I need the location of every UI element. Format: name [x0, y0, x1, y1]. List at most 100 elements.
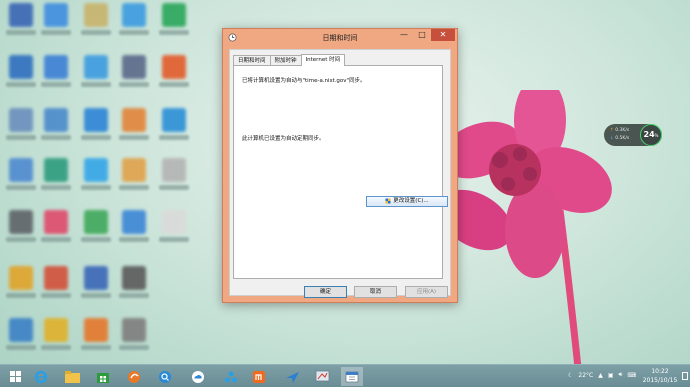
desktop-icon[interactable]	[5, 55, 37, 95]
desktop-icon[interactable]	[158, 158, 190, 198]
desktop-icon[interactable]	[118, 210, 150, 250]
desktop-icon[interactable]	[158, 108, 190, 148]
desktop-icon[interactable]	[118, 3, 150, 43]
file-explorer-icon[interactable]	[61, 367, 83, 386]
desktop-icon[interactable]	[80, 318, 112, 358]
desktop-icon-image	[122, 318, 146, 342]
maximize-button[interactable]: □	[413, 29, 431, 41]
desktop-icon-label	[81, 82, 111, 87]
desktop-icon-image	[44, 108, 68, 132]
desktop-icon[interactable]	[40, 55, 72, 95]
tab-internet-time[interactable]: Internet 时间	[300, 54, 346, 66]
desktop-icon[interactable]	[80, 266, 112, 306]
clock[interactable]: 10:22 2015/10/15	[638, 367, 682, 385]
change-settings-button[interactable]: 更改设置(C)...	[366, 196, 448, 207]
desktop-icon-label	[119, 185, 149, 190]
ok-button[interactable]: 确定	[304, 286, 347, 298]
desktop-icon-label	[6, 345, 36, 350]
desktop-icon-label	[41, 293, 71, 298]
control-panel-icon[interactable]	[311, 367, 333, 386]
desktop-icon-label	[6, 293, 36, 298]
desktop-icon[interactable]	[118, 318, 150, 358]
desktop-icon-label	[119, 237, 149, 242]
desktop-icon[interactable]	[40, 158, 72, 198]
network-app-icon[interactable]	[220, 367, 242, 386]
upload-speed-value: 0.3K/s	[615, 128, 630, 133]
download-speed-value: 0.5K/s	[615, 136, 630, 141]
desktop-icon-image	[44, 55, 68, 79]
desktop-icon[interactable]	[5, 318, 37, 358]
desktop-icon[interactable]	[80, 55, 112, 95]
temperature[interactable]: 22°C	[578, 372, 593, 379]
desktop-icon-image	[44, 266, 68, 290]
desktop-icon-image	[122, 266, 146, 290]
desktop-icon-label	[41, 82, 71, 87]
desktop-icon[interactable]	[5, 158, 37, 198]
desktop-icon[interactable]	[5, 210, 37, 250]
date-time-taskbar-item[interactable]	[341, 367, 363, 386]
desktop-icon-label	[119, 30, 149, 35]
search-app-icon[interactable]	[154, 367, 176, 386]
browser-icon[interactable]	[123, 367, 145, 386]
title-bar[interactable]: 日期和时间 — □ ✕	[223, 29, 457, 47]
keyboard-icon[interactable]: ⌨︎	[627, 372, 636, 379]
minimize-button[interactable]: —	[395, 29, 413, 41]
start-button[interactable]	[4, 367, 26, 386]
desktop-icon[interactable]	[40, 266, 72, 306]
cloud-app-icon[interactable]	[187, 367, 209, 386]
desktop-icon-image	[44, 158, 68, 182]
mi-icon[interactable]	[248, 367, 270, 386]
desktop-icon[interactable]	[158, 210, 190, 250]
upload-arrow-icon: ↑	[610, 128, 614, 133]
desktop-icon[interactable]	[80, 108, 112, 148]
sync-message: 已将计算机设置为自动与"time-a.nist.gov"同步。	[242, 78, 366, 84]
desktop-icon[interactable]	[158, 3, 190, 43]
clock-time: 10:22	[651, 368, 669, 375]
desktop-icon[interactable]	[118, 158, 150, 198]
desktop-icon-image	[84, 318, 108, 342]
apply-button[interactable]: 应用(A)	[405, 286, 448, 298]
store-icon[interactable]	[92, 367, 114, 386]
cancel-button[interactable]: 取消	[354, 286, 397, 298]
desktop-icon[interactable]	[158, 55, 190, 95]
desktop-icon[interactable]	[40, 210, 72, 250]
network-icon[interactable]: ▣	[608, 372, 614, 379]
desktop-icon[interactable]	[118, 266, 150, 306]
desktop-icon[interactable]	[80, 158, 112, 198]
notification-icon[interactable]	[682, 372, 688, 380]
desktop-icon[interactable]	[40, 108, 72, 148]
desktop-icon[interactable]	[5, 266, 37, 306]
desktop-icon-label	[81, 345, 111, 350]
desktop-icon[interactable]	[80, 210, 112, 250]
dialog-client-area: 日期和时间 附加时钟 Internet 时间 已将计算机设置为自动与"time-…	[229, 49, 451, 296]
desktop-icon[interactable]	[40, 3, 72, 43]
desktop-icon-label	[6, 135, 36, 140]
bird-app-icon[interactable]	[281, 367, 303, 386]
desktop-icon-label	[41, 30, 71, 35]
internet-time-page: 已将计算机设置为自动与"time-a.nist.gov"同步。 此计算机已设置为…	[233, 65, 448, 279]
desktop-icon-label	[159, 185, 189, 190]
desktop-icon-image	[162, 158, 186, 182]
desktop-icon-image	[84, 3, 108, 27]
desktop-icon-label	[6, 185, 36, 190]
desktop-icon-label	[81, 293, 111, 298]
clock-date: 2015/10/15	[642, 377, 678, 384]
desktop-icon[interactable]	[118, 55, 150, 95]
network-speed-widget[interactable]: ↑ 0.3K/s ↓ 0.5K/s 24%	[604, 124, 662, 146]
desktop-icon[interactable]	[80, 3, 112, 43]
desktop-icon-label	[81, 237, 111, 242]
close-button[interactable]: ✕	[431, 29, 455, 41]
volume-icon[interactable]: 🔊︎	[619, 371, 623, 379]
desktop-icon[interactable]	[5, 108, 37, 148]
desktop-icon-label	[159, 237, 189, 242]
usage-unit: %	[654, 133, 659, 138]
desktop-icon-image	[9, 3, 33, 27]
moon-icon[interactable]: ☾	[568, 372, 573, 379]
desktop-icon[interactable]	[5, 3, 37, 43]
date-time-dialog: 日期和时间 — □ ✕ 日期和时间 附加时钟 Internet 时间 已将计算机…	[222, 28, 458, 303]
desktop-icon-label	[6, 82, 36, 87]
desktop-icon[interactable]	[40, 318, 72, 358]
ie-icon[interactable]	[30, 367, 52, 386]
desktop-icon[interactable]	[118, 108, 150, 148]
tray-expand-icon[interactable]: ▲	[598, 372, 603, 379]
